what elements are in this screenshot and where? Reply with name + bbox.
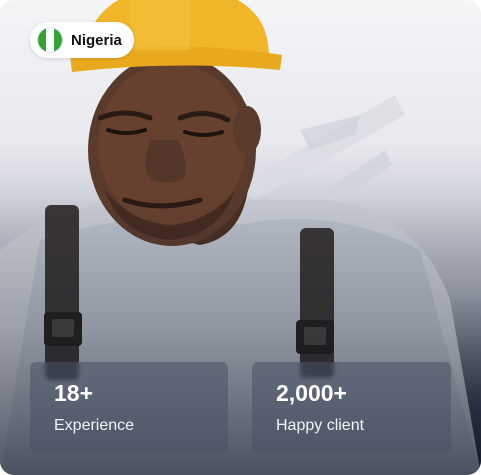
stat-experience: 18+ Experience <box>30 362 228 453</box>
stat-label: Experience <box>54 417 135 434</box>
stat-label: Happy client <box>276 417 365 434</box>
nigeria-flag-icon <box>37 27 63 53</box>
country-label: Nigeria <box>71 31 122 49</box>
stat-happy-client: 2,000+ Happy client <box>252 362 451 453</box>
country-pill[interactable]: Nigeria <box>30 22 134 58</box>
worker-card: Nigeria 18+ Experience 2,000+ Happy clie… <box>0 0 481 475</box>
stat-value: 18+ <box>54 380 94 406</box>
stat-value: 2,000+ <box>276 380 347 406</box>
